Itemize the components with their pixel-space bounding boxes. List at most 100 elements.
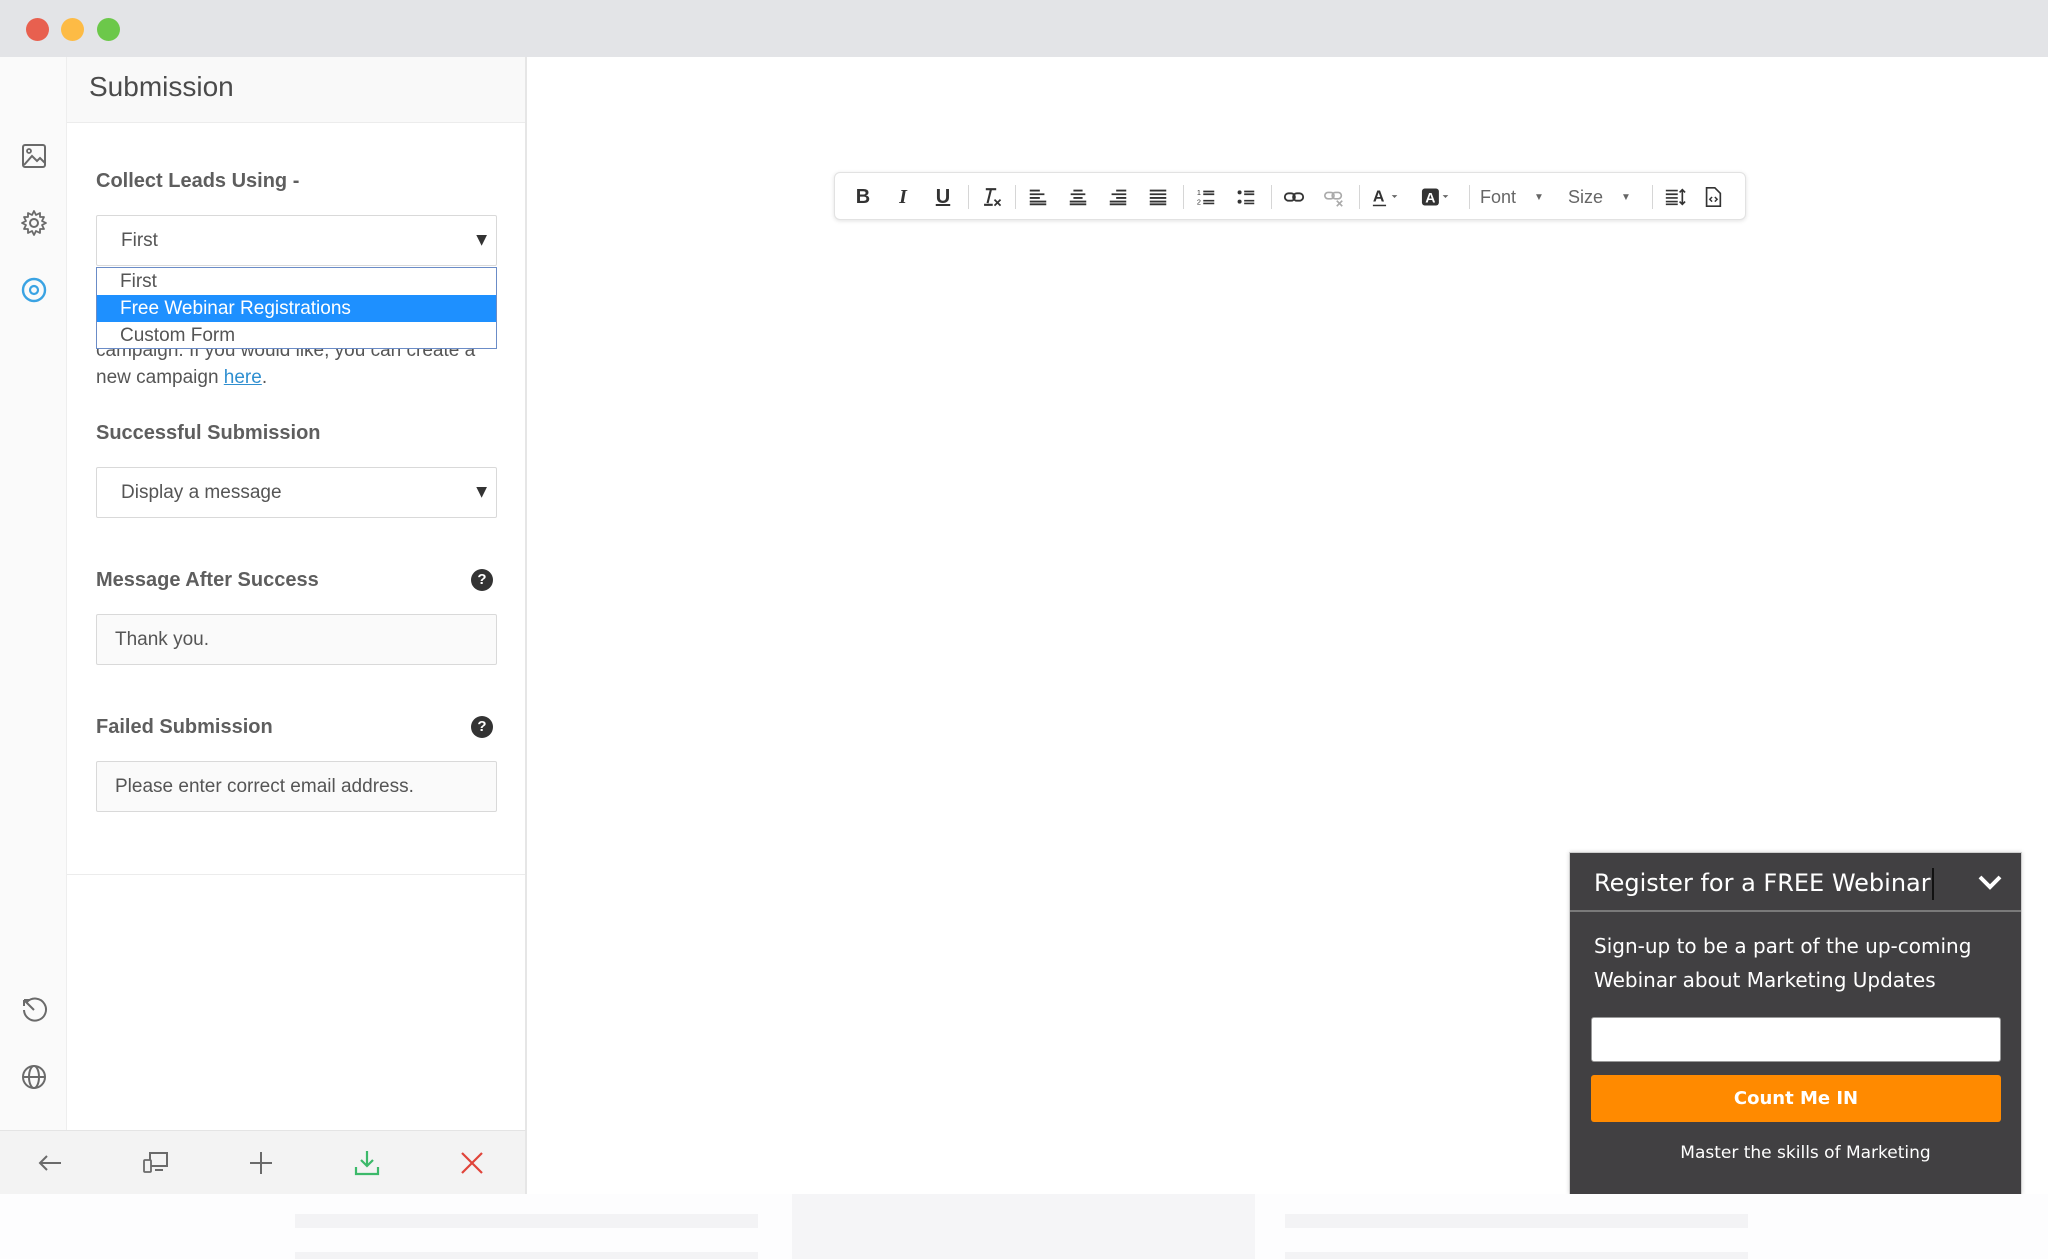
bold-button[interactable]: B <box>849 182 877 212</box>
font-size-dropdown[interactable]: Size ▼ <box>1568 182 1640 212</box>
collect-leads-select[interactable]: First ▼ <box>96 215 497 266</box>
clear-format-button[interactable] <box>976 182 1006 212</box>
devices-icon <box>143 1152 168 1173</box>
save-button[interactable] <box>351 1147 383 1179</box>
close-button[interactable] <box>456 1147 488 1179</box>
webinar-widget: Register for a FREE Webinar Sign-up to b… <box>1569 852 2022 1194</box>
history-icon <box>23 997 47 1022</box>
settings-panel: Submission Collect Leads Using - First ▼… <box>67 57 527 1130</box>
align-left-icon <box>1029 189 1047 206</box>
close-icon <box>461 1152 483 1174</box>
text-cursor <box>1931 868 1934 900</box>
align-center-button[interactable] <box>1063 182 1093 212</box>
successful-submission-select[interactable]: Display a message ▼ <box>96 467 497 518</box>
svg-text:A: A <box>1425 190 1435 206</box>
message-after-success-input[interactable]: Thank you. <box>96 614 497 665</box>
panel-title: Submission <box>89 71 234 102</box>
toolbar-separator <box>1015 185 1016 209</box>
font-family-dropdown[interactable]: Font ▼ <box>1480 182 1552 212</box>
align-right-icon <box>1109 189 1127 206</box>
option-first[interactable]: First <box>97 268 496 295</box>
rail-item-image[interactable] <box>19 141 49 171</box>
rail-item-submission[interactable] <box>19 275 49 305</box>
placeholder-bar <box>1285 1214 1748 1228</box>
placeholder-bar <box>1285 1252 1748 1259</box>
toolbar-separator <box>1271 185 1272 209</box>
icon-rail <box>0 57 67 1130</box>
gear-icon <box>21 210 47 236</box>
caret-down-icon: ▼ <box>1534 191 1544 203</box>
align-left-button[interactable] <box>1023 182 1053 212</box>
help-icon[interactable]: ? <box>471 716 493 738</box>
rail-item-publish[interactable] <box>19 1062 49 1092</box>
widget-title-text: Register for a FREE Webinar <box>1594 869 1931 897</box>
rail-item-history[interactable] <box>19 995 49 1025</box>
back-button[interactable] <box>34 1147 66 1179</box>
align-right-button[interactable] <box>1103 182 1133 212</box>
bullet-list-icon <box>1237 190 1255 205</box>
placeholder-bar <box>295 1214 758 1228</box>
svg-text:A: A <box>1373 189 1385 206</box>
collect-leads-value: First <box>121 230 158 251</box>
link-button[interactable] <box>1279 182 1309 212</box>
panel-divider <box>67 874 525 875</box>
placeholder-bar <box>295 1252 758 1259</box>
svg-text:1: 1 <box>1197 188 1201 197</box>
message-after-success-label: Message After Success <box>96 569 319 591</box>
widget-title[interactable]: Register for a FREE Webinar <box>1594 868 1934 900</box>
justify-button[interactable] <box>1143 182 1173 212</box>
help-icon[interactable]: ? <box>471 569 493 591</box>
font-label: Font <box>1480 186 1517 207</box>
widget-header: Register for a FREE Webinar <box>1570 853 2021 912</box>
line-height-button[interactable] <box>1660 182 1690 212</box>
toolbar-separator <box>1469 185 1470 209</box>
failed-submission-input[interactable]: Please enter correct email address. <box>96 761 497 812</box>
placeholder-block <box>792 1194 1255 1259</box>
responsive-preview-button[interactable] <box>140 1147 172 1179</box>
ordered-list-icon: 1 2 <box>1197 188 1215 206</box>
arrow-left-icon <box>38 1155 61 1171</box>
download-icon <box>354 1151 380 1176</box>
close-window-button[interactable] <box>26 18 49 41</box>
help-text-prefix: new campaign <box>96 367 224 388</box>
background-color-button[interactable]: A <box>1417 182 1457 212</box>
toolbar-separator <box>1652 185 1653 209</box>
option-free-webinar-registrations[interactable]: Free Webinar Registrations <box>97 295 496 322</box>
link-icon <box>1283 192 1305 202</box>
italic-button[interactable]: I <box>889 182 917 212</box>
minimize-window-button[interactable] <box>61 18 84 41</box>
unlink-icon <box>1324 191 1343 207</box>
widget-email-input[interactable] <box>1591 1017 2001 1062</box>
globe-icon <box>22 1065 46 1089</box>
widget-description: Sign-up to be a part of the up-coming We… <box>1594 934 1972 992</box>
help-text-line-2: new campaign here. <box>96 364 506 391</box>
underline-button[interactable]: U <box>929 182 957 212</box>
widget-footer-text: Master the skills of Marketing <box>1680 1143 1931 1163</box>
successful-submission-value: Display a message <box>121 482 282 503</box>
option-custom-form[interactable]: Custom Form <box>97 322 496 349</box>
chevron-down-icon[interactable] <box>1977 871 2003 893</box>
image-icon <box>22 144 46 168</box>
count-me-in-button[interactable]: Count Me IN <box>1591 1075 2001 1122</box>
ordered-list-button[interactable]: 1 2 <box>1191 182 1221 212</box>
text-color-button[interactable]: A <box>1367 182 1407 212</box>
target-icon <box>21 277 47 303</box>
unlink-button[interactable] <box>1319 182 1349 212</box>
create-campaign-link[interactable]: here <box>224 367 262 388</box>
toolbar-separator <box>1359 185 1360 209</box>
line-height-icon <box>1665 188 1686 206</box>
source-code-button[interactable] <box>1698 182 1728 212</box>
caret-down-icon: ▼ <box>1621 191 1631 203</box>
size-label: Size <box>1568 186 1604 207</box>
panel-header: Submission <box>67 57 525 123</box>
collect-leads-options: First Free Webinar Registrations Custom … <box>96 267 497 349</box>
maximize-window-button[interactable] <box>97 18 120 41</box>
page-placeholder-area <box>0 1194 2048 1259</box>
editor-toolbar: B I U 1 2 A A Font ▼ Size ▼ <box>834 172 1746 220</box>
bullet-list-button[interactable] <box>1231 182 1261 212</box>
app-window: Submission Collect Leads Using - First ▼… <box>0 57 2048 1194</box>
toolbar-separator <box>1183 185 1184 209</box>
source-code-icon <box>1705 187 1722 207</box>
rail-item-settings[interactable] <box>19 208 49 238</box>
add-button[interactable] <box>245 1147 277 1179</box>
